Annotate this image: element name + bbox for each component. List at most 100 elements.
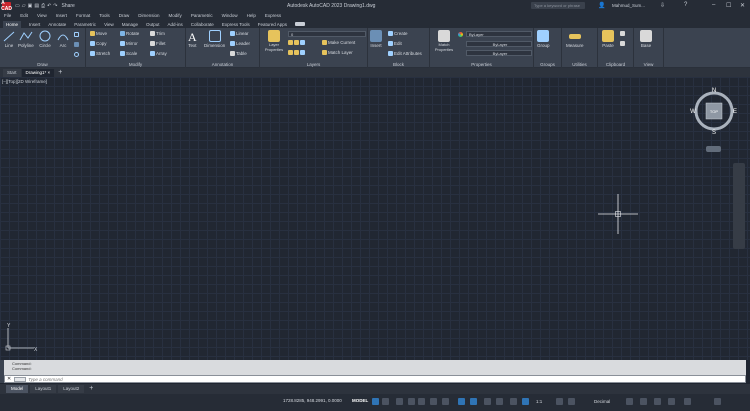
layer-tools-icon[interactable] (288, 40, 305, 45)
rectangle-icon[interactable] (74, 32, 79, 37)
leader-tool[interactable]: Leader (230, 41, 250, 46)
units-readout[interactable]: Decimal (594, 399, 610, 404)
menu-modify[interactable]: Modify (169, 13, 182, 18)
open-folder-icon[interactable]: ▱ (22, 3, 26, 9)
model-tab[interactable]: Model (6, 385, 29, 393)
navigation-bar[interactable] (733, 163, 745, 249)
block-panel-label[interactable]: Block (368, 62, 429, 67)
create-block-button[interactable]: Create (388, 31, 408, 36)
move-tool[interactable]: Move (90, 31, 107, 36)
maximize-button[interactable]: ☐ (726, 2, 731, 9)
ribbon-tab-express-tools[interactable]: Express Tools (222, 22, 250, 27)
undo-icon[interactable]: ↶ (47, 3, 51, 9)
layer-dropdown[interactable]: 0 (288, 31, 366, 37)
infer-constraints-icon[interactable] (396, 398, 403, 405)
linetype-dropdown[interactable]: ByLayer (466, 41, 532, 47)
help-icon[interactable]: ? (684, 2, 687, 8)
paste-tool[interactable]: Paste (602, 30, 614, 48)
new-file-icon[interactable]: ▭ (15, 3, 20, 9)
ribbon-tab-add-ins[interactable]: Add-ins (168, 22, 183, 27)
annotation-scale[interactable]: 1:1 (536, 399, 542, 404)
menu-format[interactable]: Format (76, 13, 90, 18)
sign-in-icon[interactable]: 👤 (598, 2, 605, 9)
trim-tool[interactable]: Trim (150, 31, 165, 36)
selection-cycling-icon[interactable] (496, 398, 503, 405)
cut-icon[interactable] (620, 41, 625, 46)
ribbon-tab-featured-apps[interactable]: Featured Apps (258, 22, 287, 27)
annotation-visibility-icon[interactable] (510, 398, 517, 405)
menu-draw[interactable]: Draw (119, 13, 130, 18)
add-layout-button[interactable]: + (89, 385, 93, 393)
edit-attributes-button[interactable]: Edit Attributes (388, 51, 422, 56)
edit-block-button[interactable]: Edit (388, 41, 402, 46)
drawing-canvas[interactable]: [–][Top][2D Wireframe] TOP N S E W Y X (0, 77, 750, 360)
color-dropdown[interactable]: ByLayer (466, 31, 532, 37)
user-name[interactable]: Mahmud_Sum... (612, 3, 645, 8)
layer-properties-tool[interactable]: Layer Properties (262, 30, 286, 52)
annotation-monitor-icon[interactable] (568, 398, 575, 405)
array-tool[interactable]: Array (150, 51, 167, 56)
linear-tool[interactable]: Linear (230, 31, 249, 36)
group-tool[interactable]: Group (537, 30, 550, 48)
coordinates-readout[interactable]: 1728.8285, 948.2991, 0.0000 (283, 398, 342, 403)
grid-icon[interactable] (372, 398, 379, 405)
minimize-button[interactable]: – (712, 2, 715, 8)
menu-help[interactable]: Help (247, 13, 256, 18)
close-button[interactable]: ✕ (740, 2, 745, 9)
menu-dimension[interactable]: Dimension (138, 13, 159, 18)
ortho-icon[interactable] (408, 398, 415, 405)
annotation-panel-label[interactable]: Annotation (186, 62, 259, 67)
rotate-tool[interactable]: Rotate (120, 31, 139, 36)
cart-icon[interactable]: ⇩ (660, 2, 665, 9)
hardware-acceleration-icon[interactable] (668, 398, 675, 405)
search-input[interactable]: Type a keyword or phrase (531, 2, 585, 9)
stretch-tool[interactable]: Stretch (90, 51, 110, 56)
model-space-button[interactable]: MODEL (352, 398, 368, 403)
modify-panel-label[interactable]: Modify (86, 62, 185, 67)
copy-clip-icon[interactable] (620, 31, 625, 36)
menu-parametric[interactable]: Parametric (191, 13, 213, 18)
menu-window[interactable]: Window (222, 13, 238, 18)
ribbon-tab-output[interactable]: Output (146, 22, 160, 27)
ellipse-icon[interactable] (74, 52, 79, 57)
menu-insert[interactable]: Insert (56, 13, 67, 18)
layout1-tab[interactable]: Layout1 (30, 385, 57, 393)
mirror-tool[interactable]: Mirror (120, 41, 138, 46)
base-tool[interactable]: Base (640, 30, 652, 48)
dimension-tool[interactable]: Dimension (204, 30, 225, 48)
viewport-controls[interactable]: [–][Top][2D Wireframe] (2, 79, 47, 84)
groups-panel-label[interactable]: Groups (534, 62, 561, 67)
ribbon-tab-view[interactable]: View (104, 22, 114, 27)
share-button[interactable]: Share (61, 3, 74, 9)
isodraft-icon[interactable] (430, 398, 437, 405)
auto-scale-icon[interactable] (522, 398, 529, 405)
ribbon-options-icon[interactable] (295, 22, 306, 26)
ribbon-tab-annotate[interactable]: Annotate (48, 22, 66, 27)
clean-screen-icon[interactable] (684, 398, 691, 405)
drawing1-tab[interactable]: Drawing1* × (21, 69, 55, 77)
menu-express[interactable]: Express (265, 13, 281, 18)
menu-tools[interactable]: Tools (99, 13, 110, 18)
hatch-icon[interactable] (74, 42, 79, 47)
isolate-objects-icon[interactable] (654, 398, 661, 405)
workspace-gear-icon[interactable] (556, 398, 563, 405)
polyline-tool[interactable]: Polyline (18, 30, 34, 48)
viewcube[interactable]: TOP N S E W (690, 87, 738, 135)
redo-icon[interactable]: ↷ (53, 3, 57, 9)
save-as-icon[interactable]: ▤ (34, 3, 39, 9)
arc-tool[interactable]: Arc (56, 30, 70, 48)
new-tab-button[interactable]: + (58, 69, 62, 77)
layer-tools-2-icon[interactable] (288, 50, 305, 55)
transparency-icon[interactable] (484, 398, 491, 405)
wcs-menu-button[interactable] (706, 146, 721, 152)
ribbon-tab-parametric[interactable]: Parametric (74, 22, 96, 27)
utilities-panel-label[interactable]: Utilities (562, 62, 597, 67)
quick-properties-icon[interactable] (626, 398, 633, 405)
close-command-icon[interactable]: ✕ (7, 376, 11, 382)
scale-tool[interactable]: Scale (120, 51, 137, 56)
command-prompt-icon[interactable] (14, 376, 27, 382)
lineweight-dropdown[interactable]: ByLayer (466, 50, 532, 56)
make-current-button[interactable]: Make Current (322, 40, 355, 45)
menu-file[interactable]: File (4, 13, 11, 18)
lineweight-icon[interactable] (470, 398, 477, 405)
